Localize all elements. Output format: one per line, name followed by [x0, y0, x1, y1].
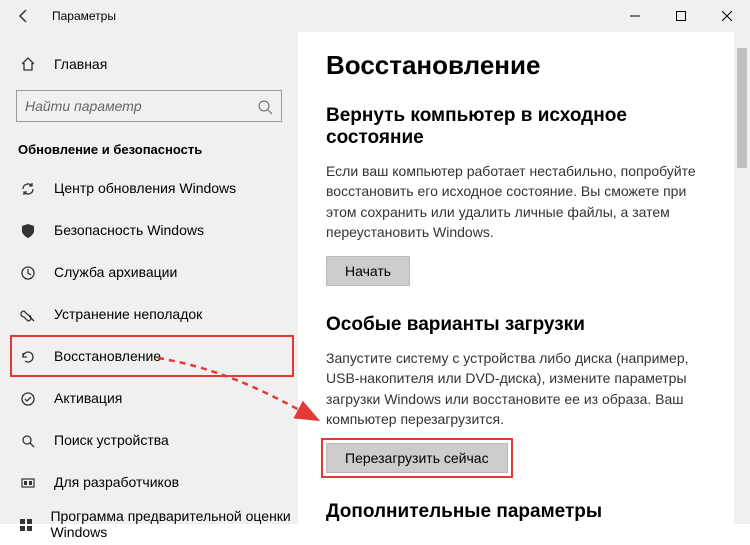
- section1-body: Если ваш компьютер работает нестабильно,…: [326, 161, 706, 242]
- sidebar-item-label: Восстановление: [54, 348, 161, 364]
- sync-icon: [18, 179, 38, 196]
- sidebar-item-trouble[interactable]: Устранение неполадок: [0, 293, 298, 335]
- close-button[interactable]: [704, 0, 750, 32]
- trouble-icon: [18, 305, 38, 322]
- sidebar-item-activate[interactable]: Активация: [0, 377, 298, 419]
- search-input[interactable]: [25, 98, 257, 114]
- reset-pc-button[interactable]: Начать: [326, 256, 410, 286]
- backup-icon: [18, 263, 38, 280]
- minimize-button[interactable]: [612, 0, 658, 32]
- insider-icon: [18, 515, 34, 532]
- page-title: Восстановление: [326, 50, 718, 81]
- sidebar-item-backup[interactable]: Служба архивации: [0, 251, 298, 293]
- home-icon: [18, 55, 38, 73]
- scrollbar-thumb[interactable]: [737, 48, 747, 168]
- sidebar-item-dev[interactable]: Для разработчиков: [0, 461, 298, 503]
- sidebar-item-label: Устранение неполадок: [54, 306, 202, 322]
- shield-icon: [18, 221, 38, 238]
- maximize-button[interactable]: [658, 0, 704, 32]
- recovery-icon: [18, 347, 38, 364]
- dev-icon: [18, 473, 38, 490]
- search-icon: [257, 97, 273, 114]
- sidebar-home-label: Главная: [54, 56, 107, 72]
- find-icon: [18, 431, 38, 448]
- sidebar-item-label: Служба архивации: [54, 264, 177, 280]
- sidebar-item-insider[interactable]: Программа предварительной оценки Windows: [0, 503, 298, 545]
- sidebar-section-header: Обновление и безопасность: [0, 136, 298, 167]
- scrollbar[interactable]: [734, 32, 750, 524]
- content-pane: Восстановление Вернуть компьютер в исход…: [298, 32, 750, 524]
- back-button[interactable]: [0, 7, 48, 25]
- titlebar: Параметры: [0, 0, 750, 32]
- section1-heading: Вернуть компьютер в исходное состояние: [326, 105, 718, 149]
- sidebar-item-label: Активация: [54, 390, 122, 406]
- sidebar-home[interactable]: Главная: [0, 44, 298, 84]
- sidebar-item-recovery[interactable]: Восстановление: [0, 335, 298, 377]
- sidebar-item-label: Безопасность Windows: [54, 222, 204, 238]
- sidebar-item-label: Поиск устройства: [54, 432, 169, 448]
- section2-body: Запустите систему с устройства либо диск…: [326, 348, 706, 429]
- sidebar: Главная Обновление и безопасность Центр …: [0, 32, 298, 524]
- sidebar-item-label: Программа предварительной оценки Windows: [50, 508, 298, 540]
- section2-heading: Особые варианты загрузки: [326, 314, 718, 336]
- sidebar-item-sync[interactable]: Центр обновления Windows: [0, 167, 298, 209]
- restart-now-button[interactable]: Перезагрузить сейчас: [326, 443, 508, 473]
- window-title: Параметры: [48, 9, 612, 23]
- sidebar-item-shield[interactable]: Безопасность Windows: [0, 209, 298, 251]
- sidebar-item-label: Центр обновления Windows: [54, 180, 236, 196]
- sidebar-item-find[interactable]: Поиск устройства: [0, 419, 298, 461]
- activate-icon: [18, 389, 38, 406]
- sidebar-item-label: Для разработчиков: [54, 474, 179, 490]
- search-box[interactable]: [16, 90, 282, 122]
- section3-heading: Дополнительные параметры восстановления: [326, 501, 718, 524]
